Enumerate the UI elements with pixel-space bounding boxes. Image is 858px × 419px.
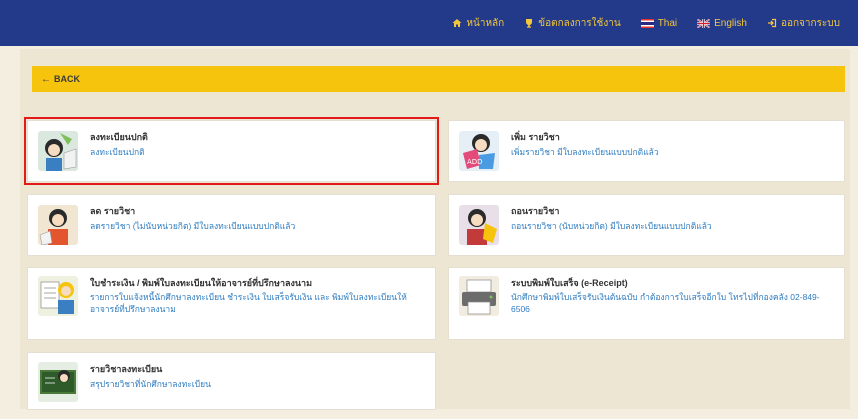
cartoon-withdraw-course-icon (459, 205, 499, 245)
card-title: ถอนรายวิชา (511, 206, 560, 216)
card-payment-slip[interactable]: ใบชำระเงิน / พิมพ์ใบลงทะเบียนให้อาจารย์ท… (27, 267, 436, 340)
card-title: ใบชำระเงิน / พิมพ์ใบลงทะเบียนให้อาจารย์ท… (90, 278, 313, 288)
cartoon-printer-icon (459, 276, 499, 316)
card-withdraw-course[interactable]: ถอนรายวิชา ถอนรายวิชา (นับหน่วยกิต) มีใบ… (448, 194, 845, 256)
card-description: สรุปรายวิชาที่นักศึกษาลงทะเบียน (90, 379, 211, 389)
card-title: ลด รายวิชา (90, 206, 136, 216)
nav-logout-label: ออกจากระบบ (780, 17, 840, 29)
nav-menu: หน้าหลัก ข้อตกลงการใช้งาน Thai English อ… (432, 0, 840, 46)
nav-logout[interactable]: ออกจากระบบ (767, 16, 840, 31)
cartoon-reduce-course-icon (38, 205, 78, 245)
card-title: เพิ่ม รายวิชา (511, 132, 560, 142)
selection-highlight-box (24, 117, 439, 185)
nav-english-label: English (714, 17, 747, 29)
card-description: เพิ่มรายวิชา มีใบลงทะเบียนแบบปกติแล้ว (511, 147, 659, 157)
svg-text:ADD: ADD (467, 158, 483, 166)
cartoon-course-list-icon (38, 362, 78, 402)
thai-flag-icon (640, 18, 654, 28)
back-label: BACK (54, 74, 80, 84)
card-reduce-course[interactable]: ลด รายวิชา ลดรายวิชา (ไม่นับหน่วยกิต) มี… (27, 194, 436, 256)
back-button[interactable]: ← BACK (32, 66, 845, 92)
home-icon (452, 19, 462, 27)
card-description: รายการใบแจ้งหนี้นักศึกษาลงทะเบียน ชำระเง… (90, 292, 407, 314)
uk-flag-icon (697, 18, 711, 28)
nav-english[interactable]: English (697, 18, 747, 29)
nav-thai[interactable]: Thai (640, 17, 678, 29)
card-registered-courses[interactable]: รายวิชาลงทะเบียน สรุปรายวิชาที่นักศึกษาล… (27, 352, 436, 410)
nav-agreement[interactable]: ข้อตกลงการใช้งาน (524, 16, 621, 31)
card-title: ระบบพิมพ์ใบเสร็จ (e-Receipt) (511, 278, 628, 288)
cartoon-payment-icon (38, 276, 78, 316)
arrow-left-icon: ← (41, 73, 51, 85)
nav-agreement-label: ข้อตกลงการใช้งาน (538, 17, 621, 29)
card-add-course[interactable]: ADD เพิ่ม รายวิชา เพิ่มรายวิชา มีใบลงทะเ… (448, 120, 845, 182)
card-e-receipt[interactable]: ระบบพิมพ์ใบเสร็จ (e-Receipt) นักศึกษาพิม… (448, 267, 845, 340)
card-description: นักศึกษาพิมพ์ใบเสร็จรับเงินต้นฉบับ กำต้อ… (511, 292, 820, 314)
logout-icon (767, 18, 777, 28)
card-description: ถอนรายวิชา (นับหน่วยกิต) มีใบลงทะเบียนแบ… (511, 221, 712, 231)
trophy-icon (526, 19, 533, 28)
card-description: ลดรายวิชา (ไม่นับหน่วยกิต) มีใบลงทะเบียน… (90, 221, 296, 231)
card-title: รายวิชาลงทะเบียน (90, 364, 163, 374)
nav-thai-label: Thai (657, 17, 678, 29)
cartoon-add-course-icon: ADD (459, 131, 499, 171)
top-navbar: หน้าหลัก ข้อตกลงการใช้งาน Thai English อ… (0, 0, 858, 46)
nav-home[interactable]: หน้าหลัก (452, 16, 504, 31)
nav-home-label: หน้าหลัก (466, 17, 505, 29)
